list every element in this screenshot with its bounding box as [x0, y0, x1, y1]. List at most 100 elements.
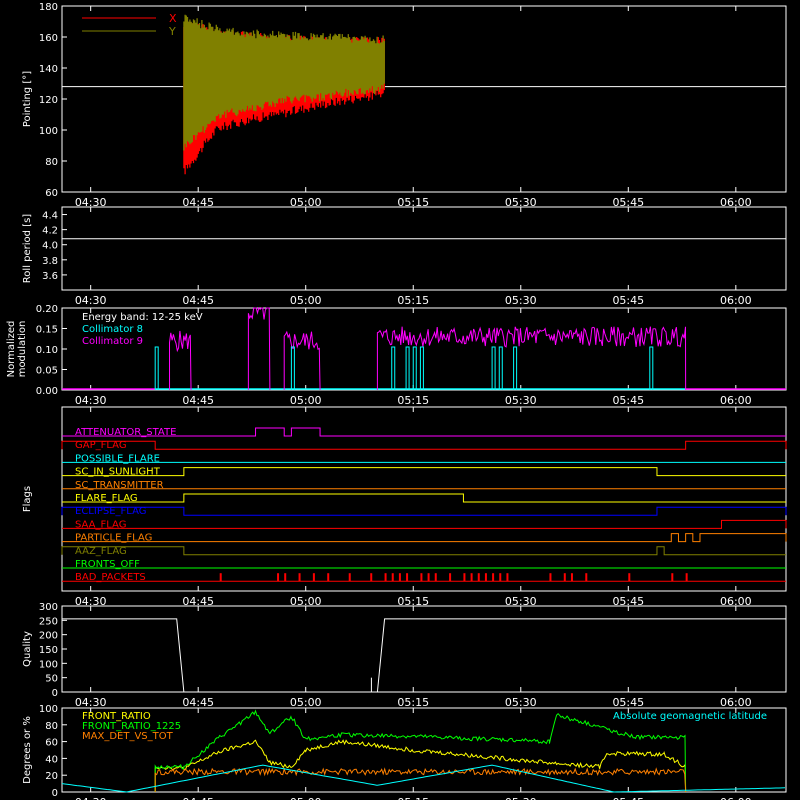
multi-panel-chart: 04:30 04:45 05:00 05:15 05:30 05:45 06:00 Point…: [0, 0, 800, 800]
x-tick-label: 04:45: [182, 696, 214, 709]
x-tick-label: 05:00: [290, 796, 322, 800]
y-tick-label: 160: [39, 33, 58, 44]
x-tick-label: 04:30: [75, 796, 107, 800]
x-tick-label: 05:45: [612, 294, 644, 307]
x-tick-label: 06:00: [720, 294, 752, 307]
y-axis-label: Roll period [s]: [22, 214, 33, 283]
y-axis-label: Pointing [°]: [22, 71, 33, 127]
flag-spike: [685, 573, 688, 582]
flag-spike: [370, 573, 373, 582]
y-tick-label: 100: [39, 659, 58, 670]
y-tick-label: 4.0: [42, 241, 58, 252]
flag-spike: [298, 573, 301, 582]
x-tick-label: 05:15: [397, 394, 429, 407]
legend-label: Collimator 9: [82, 336, 143, 347]
x-tick-label: 06:00: [720, 796, 752, 800]
y-tick-label: 250: [39, 616, 58, 627]
flag-spike: [477, 573, 480, 582]
y-tick-label: 3.8: [42, 256, 58, 267]
y-tick-label: 40: [45, 754, 58, 765]
y-tick-label: 100: [39, 704, 58, 715]
flag-spike: [563, 573, 566, 582]
y-axis-label: Normalized: [6, 321, 17, 378]
flag-spike: [277, 573, 280, 582]
flag-label: GAP_FLAG: [75, 440, 127, 451]
y-tick-label: 140: [39, 64, 58, 75]
y-axis-label: Flags: [22, 486, 33, 512]
x-tick-label: 05:45: [612, 696, 644, 709]
flag-spike: [420, 573, 423, 582]
flag-spike: [484, 573, 487, 582]
y-tick-label: 0.00: [36, 386, 58, 397]
legend-label: Energy band: 12-25 keV: [82, 312, 203, 323]
flag-spike: [406, 573, 409, 582]
x-tick-label: 04:30: [75, 294, 107, 307]
flag-label: AAZ_FLAG: [75, 546, 127, 557]
y-tick-label: 4.4: [42, 211, 58, 222]
x-tick-label: 04:45: [182, 394, 214, 407]
x-tick-label: 06:00: [720, 394, 752, 407]
x-tick-label: 05:15: [397, 294, 429, 307]
flag-spike: [427, 573, 430, 582]
y-tick-label: 180: [39, 2, 58, 13]
legend-label: X: [169, 12, 177, 25]
flag-spike: [549, 573, 552, 582]
flag-spike: [463, 573, 466, 582]
flag-spike: [470, 573, 473, 582]
y-tick-label: 0.05: [36, 366, 58, 377]
flag-spike: [348, 573, 351, 582]
y-axis-label: Degrees or %: [22, 716, 33, 784]
flag-spike: [499, 573, 502, 582]
y-tick-label: 0: [52, 688, 58, 699]
y-tick-label: 0.15: [36, 325, 58, 336]
x-tick-label: 05:30: [505, 294, 537, 307]
x-tick-label: 04:30: [75, 696, 107, 709]
legend-label: Collimator 8: [82, 324, 143, 335]
y-tick-label: 4.2: [42, 226, 58, 237]
y-tick-label: 80: [45, 721, 58, 732]
flag-spike: [391, 573, 394, 582]
flag-spike: [671, 573, 674, 582]
flag-spike: [219, 573, 222, 582]
y-tick-label: 120: [39, 95, 58, 106]
y-tick-label: 60: [45, 738, 58, 749]
x-tick-label: 05:00: [290, 294, 322, 307]
y-tick-label: 0.10: [36, 345, 58, 356]
y-axis-label: Quality: [22, 631, 33, 667]
y-tick-label: 60: [45, 188, 58, 199]
x-tick-label: 04:30: [75, 394, 107, 407]
y-tick-label: 300: [39, 602, 58, 613]
x-tick-label: 05:15: [397, 696, 429, 709]
x-tick-label: 04:45: [182, 294, 214, 307]
y-tick-label: 3.6: [42, 271, 58, 282]
y-tick-label: 100: [39, 126, 58, 137]
flag-spike: [570, 573, 573, 582]
x-tick-label: 05:30: [505, 796, 537, 800]
flag-spike: [492, 573, 495, 582]
x-tick-label: 05:00: [290, 696, 322, 709]
y-tick-label: 80: [45, 157, 58, 168]
y-tick-label: 150: [39, 645, 58, 656]
y-tick-label: 0: [52, 788, 58, 799]
x-tick-label: 06:00: [720, 696, 752, 709]
x-tick-label: 05:45: [612, 394, 644, 407]
x-tick-label: 04:45: [182, 796, 214, 800]
flag-spike: [585, 573, 588, 582]
flag-spike: [327, 573, 330, 582]
y-axis-label: modulation: [17, 321, 28, 378]
flag-spike: [506, 573, 509, 582]
x-tick-label: 05:45: [612, 796, 644, 800]
flag-spike: [384, 573, 387, 582]
y-tick-label: 20: [45, 771, 58, 782]
y-tick-label: 50: [45, 674, 58, 685]
annotation-geomagnetic-latitude: Absolute geomagnetic latitude: [613, 711, 767, 722]
flag-spike: [398, 573, 401, 582]
legend-label: MAX_DET_VS_TOT: [82, 731, 174, 742]
x-tick-label: 05:15: [397, 796, 429, 800]
x-tick-label: 05:30: [505, 394, 537, 407]
flag-spike: [284, 573, 287, 582]
legend-label: Y: [168, 25, 176, 38]
x-tick-label: 05:30: [505, 696, 537, 709]
flag-label: ECLIPSE_FLAG: [75, 506, 146, 517]
flag-spike: [312, 573, 315, 582]
